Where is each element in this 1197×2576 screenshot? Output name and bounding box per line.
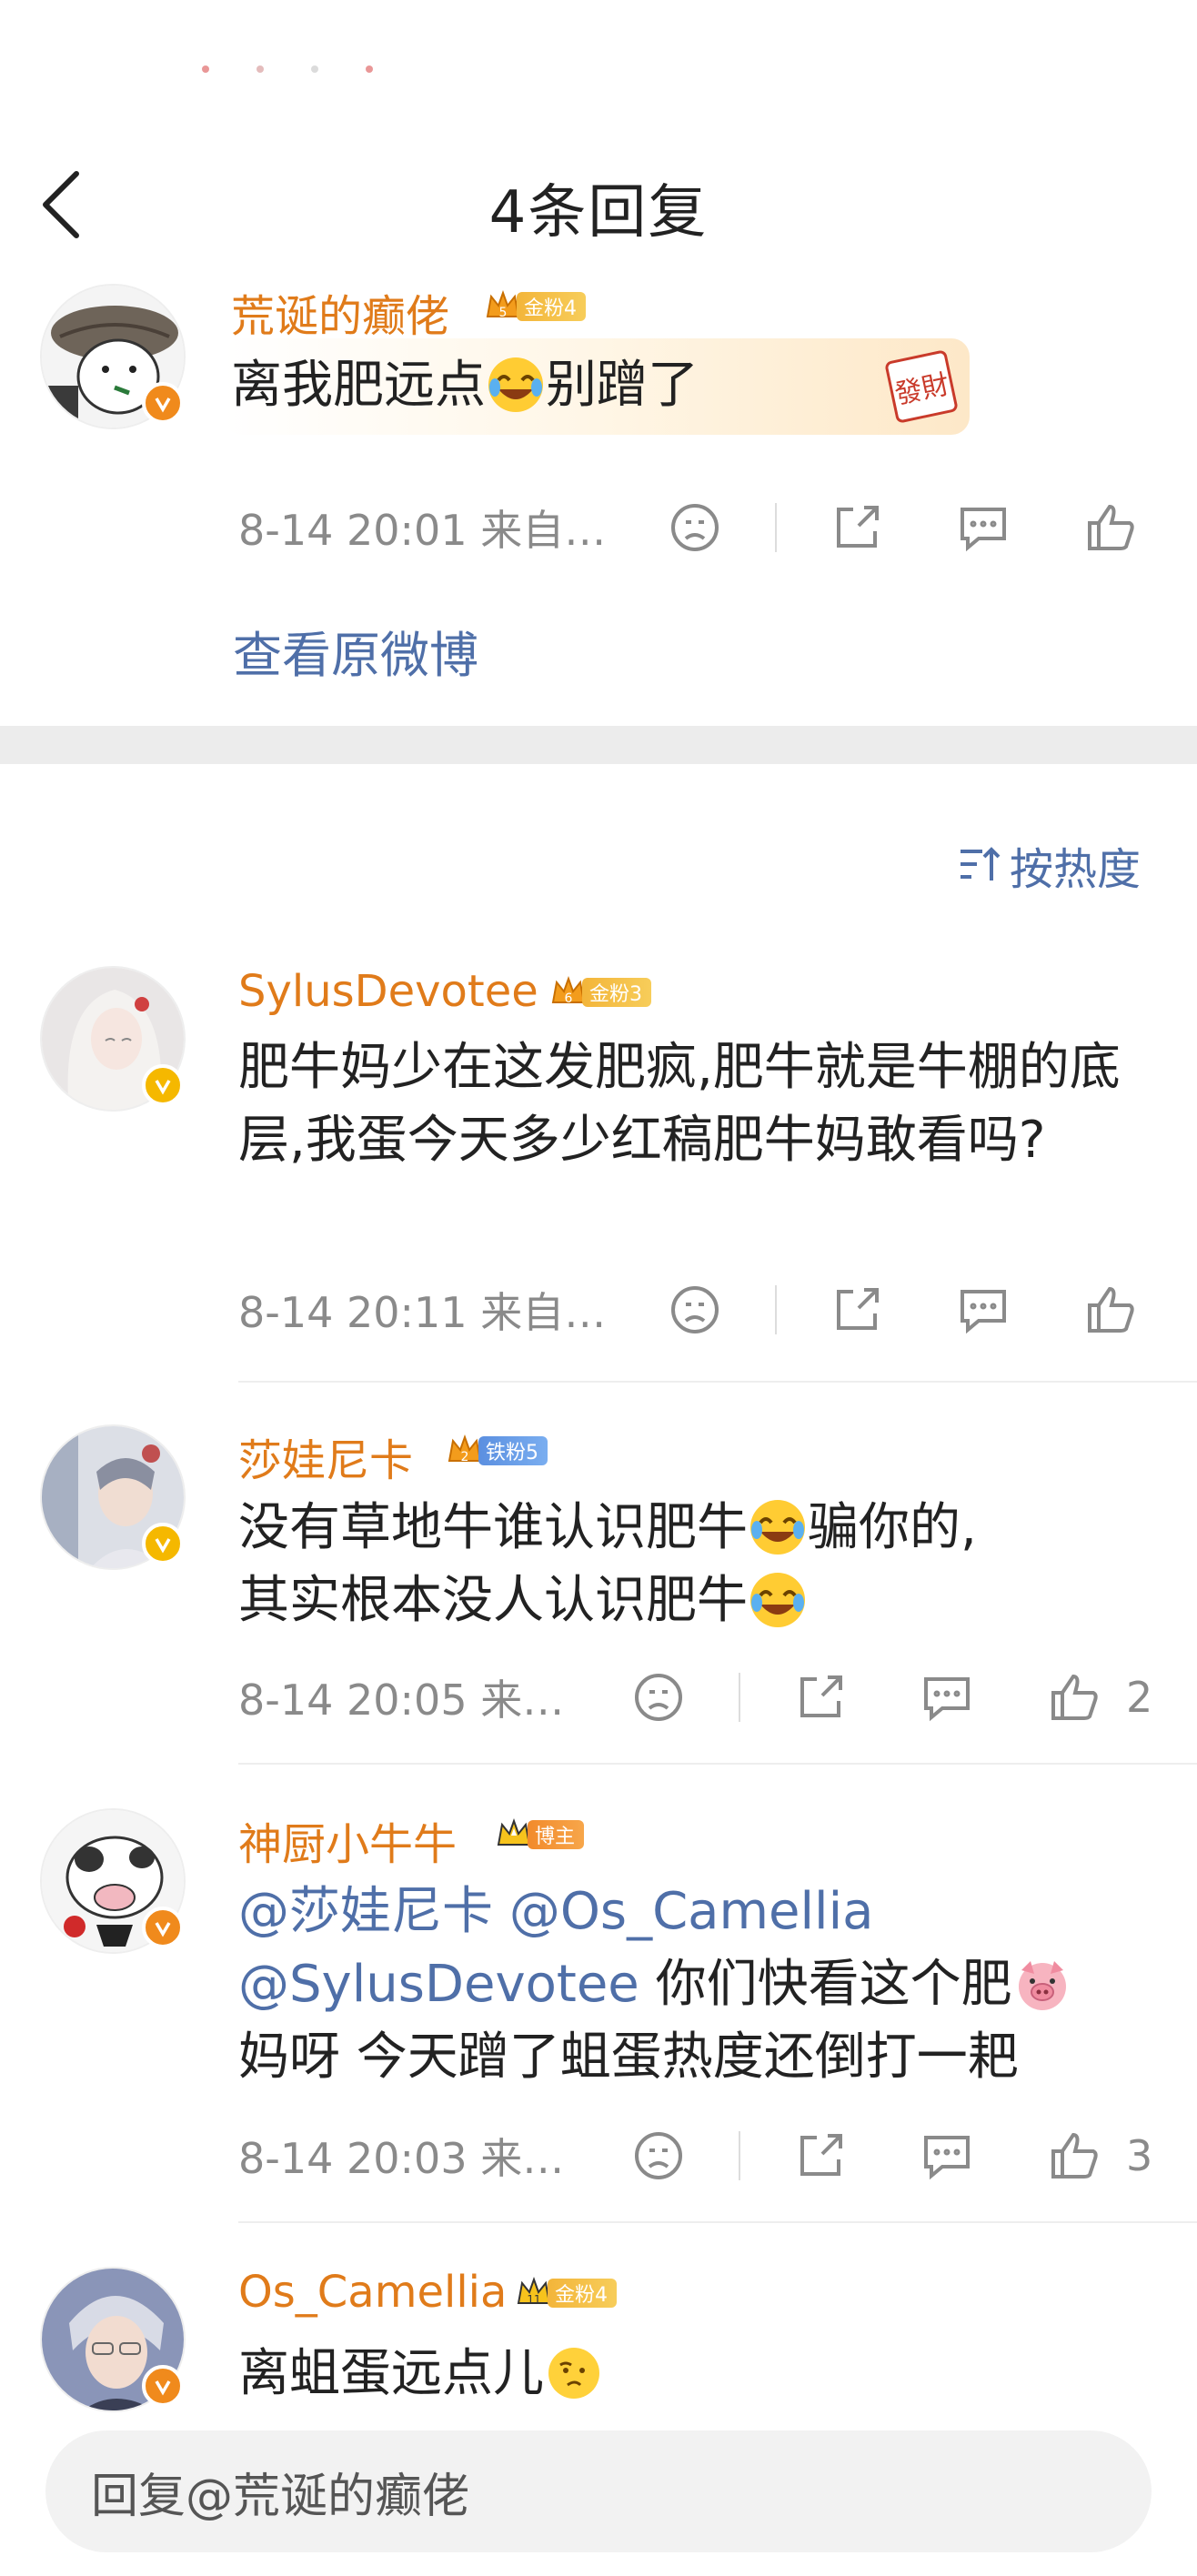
meta-row-sylusdevotee: 8-14 20:11 来自… xyxy=(238,1273,1148,1346)
blogger-badge-label: 博主 xyxy=(528,1820,585,1849)
share-icon[interactable] xyxy=(831,502,882,553)
fortune-sticker-icon: 發財 xyxy=(885,350,958,423)
meta-row-shenchuxiaoniuniu: 8-14 20:03 来… 3 xyxy=(238,2119,1157,2192)
comment-time: 8-14 20:11 来自… xyxy=(238,1288,607,1337)
comment-text: 肥牛妈少在这发肥疯,肥牛就是牛棚的底层,我蛋今天多少红稿肥牛妈敢看吗? xyxy=(238,1038,1121,1170)
share-icon[interactable] xyxy=(831,1284,882,1335)
comment-text-part: 其实根本没人认识肥牛 xyxy=(238,1571,748,1630)
fan-badge-shawanika[interactable]: 2 铁粉5 xyxy=(446,1434,548,1468)
sort-icon xyxy=(960,847,1001,880)
top-header: 4条回复 xyxy=(0,146,1197,264)
divider xyxy=(238,2221,1197,2223)
laugh-cry-emoji-icon xyxy=(750,1573,805,1627)
section-separator xyxy=(0,726,1197,764)
comment-text-root: 离我肥远点 别蹭了 xyxy=(231,349,1195,422)
comment-text-part: 离我肥远点 xyxy=(231,356,486,415)
username-shenchuxiaoniuniu[interactable]: 神厨小牛牛 xyxy=(238,1808,457,1872)
username-os-camellia[interactable]: Os_Camellia xyxy=(238,2267,507,2318)
status-bar-indicators xyxy=(202,65,373,73)
comment-time: 8-14 20:05 来… xyxy=(238,1675,565,1725)
divider xyxy=(238,1763,1197,1765)
comment-icon[interactable] xyxy=(957,1284,1010,1335)
dislike-icon[interactable] xyxy=(633,2130,684,2181)
mention-link[interactable]: @莎娃尼卡 xyxy=(238,1882,493,1941)
comment-icon[interactable] xyxy=(920,2130,973,2181)
dislike-icon[interactable] xyxy=(669,1284,720,1335)
meta-row-shawanika: 8-14 20:05 来… 2 xyxy=(238,1661,1157,1734)
fan-badge-label: 金粉4 xyxy=(517,292,586,321)
dislike-icon[interactable] xyxy=(669,502,720,553)
like-icon[interactable] xyxy=(1084,501,1137,554)
comment-text-part: 别蹭了 xyxy=(546,356,699,415)
avatar-shawanika[interactable] xyxy=(40,1424,186,1570)
comment-text: @莎娃尼卡 @Os_Camellia @SylusDevotee 你们快看这个肥… xyxy=(238,1876,1157,2094)
fan-badge-label: 金粉4 xyxy=(548,2279,617,2308)
like-count: 2 xyxy=(1126,1673,1153,1722)
fan-badge-sylusdevotee[interactable]: 6 金粉3 xyxy=(549,975,651,1010)
share-icon[interactable] xyxy=(795,2130,846,2181)
verified-badge-icon xyxy=(142,1907,184,1948)
comment-time: 8-14 20:01 来自… xyxy=(238,506,607,555)
comment-text-part: 离蛆蛋远点儿 xyxy=(238,2344,544,2403)
comment-text-part: 骗你的, xyxy=(808,1498,977,1557)
avatar-os-camellia[interactable] xyxy=(40,2267,186,2412)
sort-label: 按热度 xyxy=(1009,844,1141,895)
comment-time: 8-14 20:03 来… xyxy=(238,2134,565,2183)
mention-link[interactable]: @Os_Camellia xyxy=(509,1882,874,1941)
username-sylusdevotee[interactable]: SylusDevotee xyxy=(238,966,538,1017)
meta-row-root: 8-14 20:01 来自… xyxy=(238,491,1148,564)
username-shawanika[interactable]: 莎娃尼卡 xyxy=(238,1424,413,1488)
comment-icon[interactable] xyxy=(920,1672,973,1723)
avatar-root-commenter[interactable] xyxy=(40,284,186,429)
fan-badge-label: 铁粉5 xyxy=(478,1436,548,1465)
blogger-badge[interactable]: 博主 xyxy=(495,1817,585,1852)
pig-face-emoji-icon xyxy=(1018,1961,1066,2010)
reply-input[interactable]: 回复@荒诞的癫佬 xyxy=(45,2430,1152,2552)
avatar-shenchuxiaoniuniu[interactable] xyxy=(40,1808,186,1954)
reply-input-placeholder: 回复@荒诞的癫佬 xyxy=(91,2469,470,2524)
divider xyxy=(238,1381,1197,1383)
like-icon[interactable] xyxy=(1048,1671,1101,1724)
thinking-face-emoji-icon xyxy=(548,2348,599,2399)
fan-badge-os-camellia[interactable]: 11 金粉4 xyxy=(515,2276,617,2310)
svg-text:6: 6 xyxy=(565,991,573,1006)
like-icon[interactable] xyxy=(1084,1283,1137,1336)
fan-badge-label: 金粉3 xyxy=(582,978,651,1007)
verified-badge-icon xyxy=(142,382,184,424)
comment-text-part: 你们快看这个肥 xyxy=(639,1955,1012,2014)
svg-text:11: 11 xyxy=(527,2293,540,2306)
view-original-post-link[interactable]: 查看原微博 xyxy=(233,615,478,687)
verified-badge-icon xyxy=(142,1523,184,1565)
mention-link[interactable]: @SylusDevotee xyxy=(238,1955,639,2014)
page-title: 4条回复 xyxy=(488,179,709,247)
verified-badge-icon xyxy=(142,2365,184,2407)
comment-text-part: 没有草地牛谁认识肥牛 xyxy=(238,1498,748,1557)
avatar-sylusdevotee[interactable] xyxy=(40,966,186,1112)
comment-text-part: 妈呀 今天蹭了蛆蛋热度还倒打一耙 xyxy=(238,2028,1019,2087)
like-icon[interactable] xyxy=(1048,2129,1101,2182)
share-icon[interactable] xyxy=(795,1672,846,1723)
divider xyxy=(775,503,777,552)
divider xyxy=(775,1285,777,1334)
fan-badge-root[interactable]: 5 金粉4 xyxy=(484,289,586,324)
divider xyxy=(739,2131,740,2180)
verified-badge-icon xyxy=(142,1064,184,1106)
laugh-cry-emoji-icon xyxy=(750,1500,805,1555)
svg-text:5: 5 xyxy=(499,306,508,320)
sort-by-popularity-button[interactable]: 按热度 xyxy=(957,833,1141,897)
like-count: 3 xyxy=(1126,2131,1153,2180)
laugh-cry-emoji-icon xyxy=(488,357,543,412)
svg-text:2: 2 xyxy=(461,1450,469,1464)
username-root[interactable]: 荒诞的癫佬 xyxy=(231,280,449,344)
comment-text: 没有草地牛谁认识肥牛 骗你的, 其实根本没人认识肥牛 xyxy=(238,1492,1148,1637)
comment-icon[interactable] xyxy=(957,502,1010,553)
dislike-icon[interactable] xyxy=(633,1672,684,1723)
divider xyxy=(739,1673,740,1722)
reply-thread-page: 4条回复 荒诞的癫佬 5 金粉4 离我肥远点 别蹭了 發財 8-14 20:01… xyxy=(0,0,1197,2576)
comment-text: 离蛆蛋远点儿 xyxy=(238,2338,1148,2410)
